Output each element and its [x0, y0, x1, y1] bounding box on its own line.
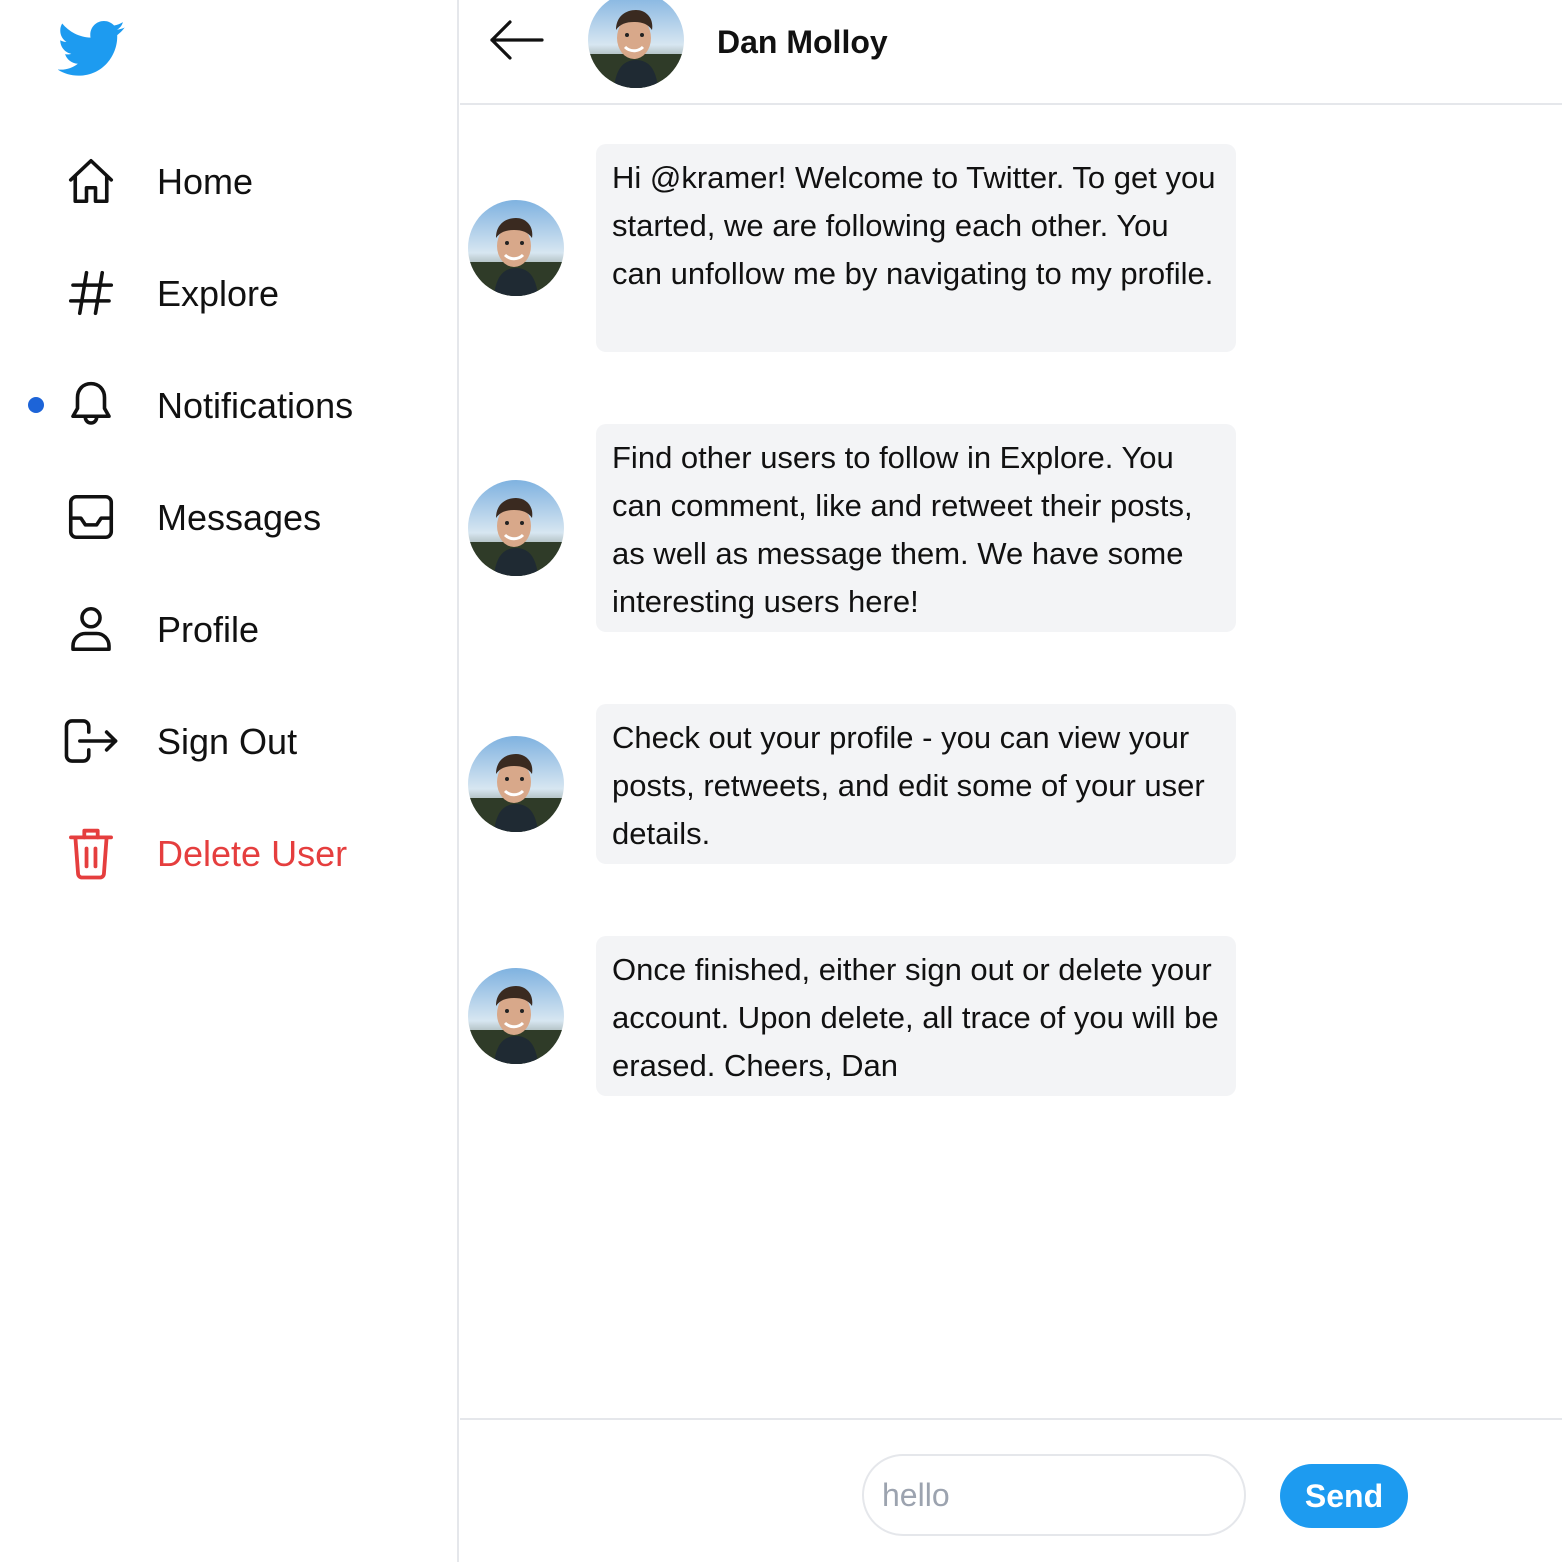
conversation-panel: Dan Molloy Hi @kramer! Welcome to Twitte…	[460, 0, 1562, 1562]
sidebar-item-label: Explore	[157, 273, 280, 314]
avatar[interactable]	[468, 200, 564, 296]
sidebar-item-messages[interactable]: Messages	[0, 476, 440, 556]
message-input[interactable]	[862, 1454, 1246, 1536]
twitter-bird-icon[interactable]	[57, 20, 126, 78]
unread-dot	[28, 397, 44, 413]
inbox-icon	[62, 490, 120, 544]
sidebar-item-label: Profile	[157, 609, 260, 650]
message-composer: Send	[460, 1418, 1562, 1562]
avatar[interactable]	[468, 968, 564, 1064]
sidebar-item-delete-user[interactable]: Delete User	[0, 812, 440, 892]
trash-icon	[62, 826, 120, 880]
sidebar-item-sign-out[interactable]: Sign Out	[0, 700, 440, 780]
sidebar-item-label: Delete User	[157, 833, 348, 874]
back-button[interactable]	[486, 14, 548, 66]
app: Home Explore Notifications Messages Prof…	[0, 0, 1562, 1562]
sidebar-item-label: Notifications	[157, 385, 354, 426]
sidebar-item-explore[interactable]: Explore	[0, 252, 440, 332]
sidebar-item-profile[interactable]: Profile	[0, 588, 440, 668]
logout-icon	[62, 714, 120, 768]
avatar[interactable]	[468, 736, 564, 832]
message-bubble: Find other users to follow in Explore. Y…	[596, 424, 1236, 632]
sidebar-item-home[interactable]: Home	[0, 140, 440, 220]
sidebar: Home Explore Notifications Messages Prof…	[0, 0, 459, 1562]
home-icon	[62, 154, 120, 208]
conversation-header: Dan Molloy	[460, 0, 1562, 105]
message-bubble: Once finished, either sign out or delete…	[596, 936, 1236, 1096]
send-button[interactable]: Send	[1280, 1464, 1408, 1528]
avatar[interactable]	[468, 480, 564, 576]
conversation-name: Dan Molloy	[717, 24, 888, 60]
sidebar-item-label: Home	[157, 161, 254, 202]
hashtag-icon	[62, 266, 120, 320]
message-bubble: Hi @kramer! Welcome to Twitter. To get y…	[596, 144, 1236, 352]
avatar[interactable]	[588, 0, 684, 88]
user-icon	[62, 602, 120, 656]
sidebar-item-label: Sign Out	[157, 721, 298, 762]
bell-icon	[62, 378, 120, 432]
sidebar-item-notifications[interactable]: Notifications	[0, 364, 440, 444]
message-bubble: Check out your profile - you can view yo…	[596, 704, 1236, 864]
sidebar-item-label: Messages	[157, 497, 322, 538]
arrow-left-icon	[486, 20, 548, 70]
